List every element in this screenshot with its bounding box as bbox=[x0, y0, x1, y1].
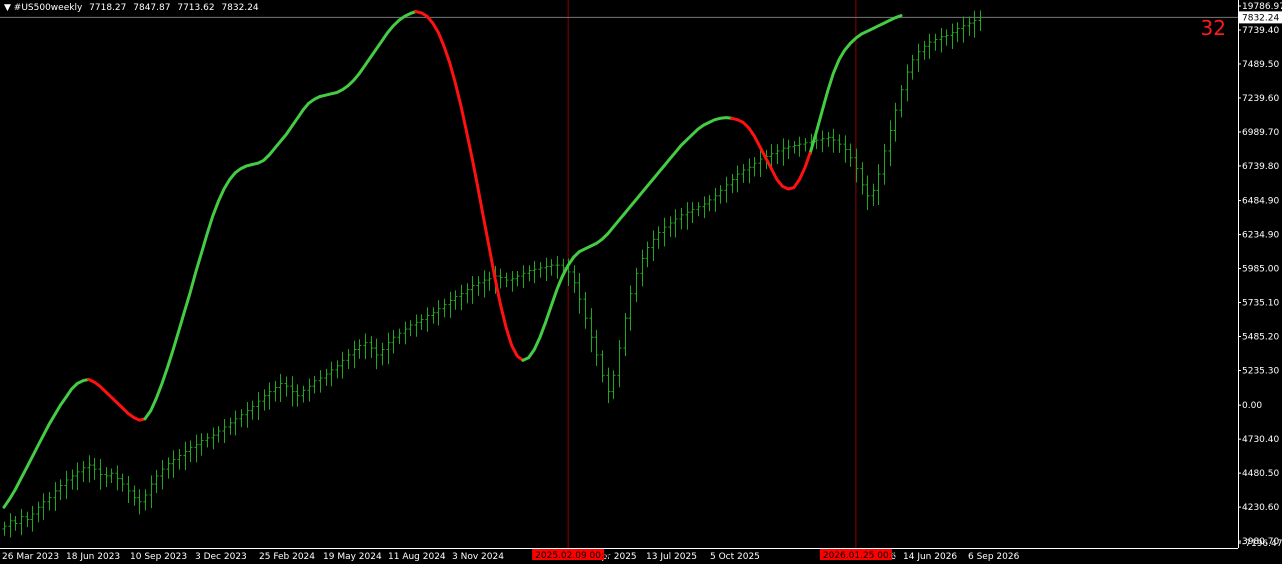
y-tick-label: 0.00 bbox=[1242, 401, 1262, 411]
x-tick-label: 25 Feb 2024 bbox=[259, 552, 315, 562]
y-tick-label: 6739.80 bbox=[1242, 162, 1279, 172]
y-tick-label: 4480.50 bbox=[1242, 469, 1279, 479]
y-tick-label: 5985.00 bbox=[1242, 265, 1279, 275]
high-value: 7847.87 bbox=[133, 3, 171, 13]
x-tick-label: 5 Oct 2025 bbox=[710, 552, 760, 562]
current-price-label: 7832.24 bbox=[1242, 13, 1279, 23]
low-value: 7713.62 bbox=[177, 3, 215, 13]
x-tick-label: 3 Nov 2024 bbox=[452, 552, 504, 562]
x-tick-label: 14 Jun 2026 bbox=[903, 552, 957, 562]
y-tick-label: 5235.30 bbox=[1242, 367, 1279, 377]
symbol-label: ▼ #US500weekly bbox=[4, 3, 83, 13]
marker-date-label: 2026.01.25 00:00 bbox=[823, 551, 904, 561]
open-value: 7718.27 bbox=[89, 3, 127, 13]
y-tick-label: 7739.40 bbox=[1242, 26, 1279, 36]
x-tick-label: 3 Dec 2023 bbox=[195, 552, 247, 562]
y-tick-label: 6989.70 bbox=[1242, 128, 1279, 138]
x-tick-label: 11 Aug 2024 bbox=[388, 552, 446, 562]
x-tick-label: 26 Mar 2023 bbox=[2, 552, 59, 562]
y-tick-label: 7489.50 bbox=[1242, 60, 1279, 70]
y-tick-label: 19786.976 bbox=[1242, 2, 1282, 12]
price-chart[interactable]: 19786.976 7739.40 7489.50 7239.60 6989.70 673… bbox=[0, 0, 1282, 564]
close-value: 7832.24 bbox=[221, 3, 259, 13]
y-tick-label: 5735.10 bbox=[1242, 299, 1279, 309]
x-tick-label: 19 May 2024 bbox=[323, 552, 382, 562]
ohlc-header: ▼ #US500weekly 7718.27 7847.87 7713.62 7… bbox=[4, 3, 263, 13]
x-tick-label: 10 Sep 2023 bbox=[130, 552, 187, 562]
y-tick-label: -7196.4718 bbox=[1242, 539, 1282, 549]
x-tick-label: 13 Jul 2025 bbox=[646, 552, 697, 562]
y-tick-label: 4230.60 bbox=[1242, 503, 1279, 513]
x-tick-label: 18 Jun 2023 bbox=[66, 552, 120, 562]
y-tick-label: 6484.90 bbox=[1242, 197, 1279, 207]
x-tick-label: 6 Sep 2026 bbox=[968, 552, 1020, 562]
y-tick-label: 4730.40 bbox=[1242, 435, 1279, 445]
y-tick-label: 5485.20 bbox=[1242, 333, 1279, 343]
y-tick-label: 6234.90 bbox=[1242, 231, 1279, 241]
marker-date-label: 2025.02.09 00:00 bbox=[535, 551, 616, 561]
y-tick-label: 7239.60 bbox=[1242, 94, 1279, 104]
signal-counter: 32 bbox=[1200, 16, 1226, 40]
